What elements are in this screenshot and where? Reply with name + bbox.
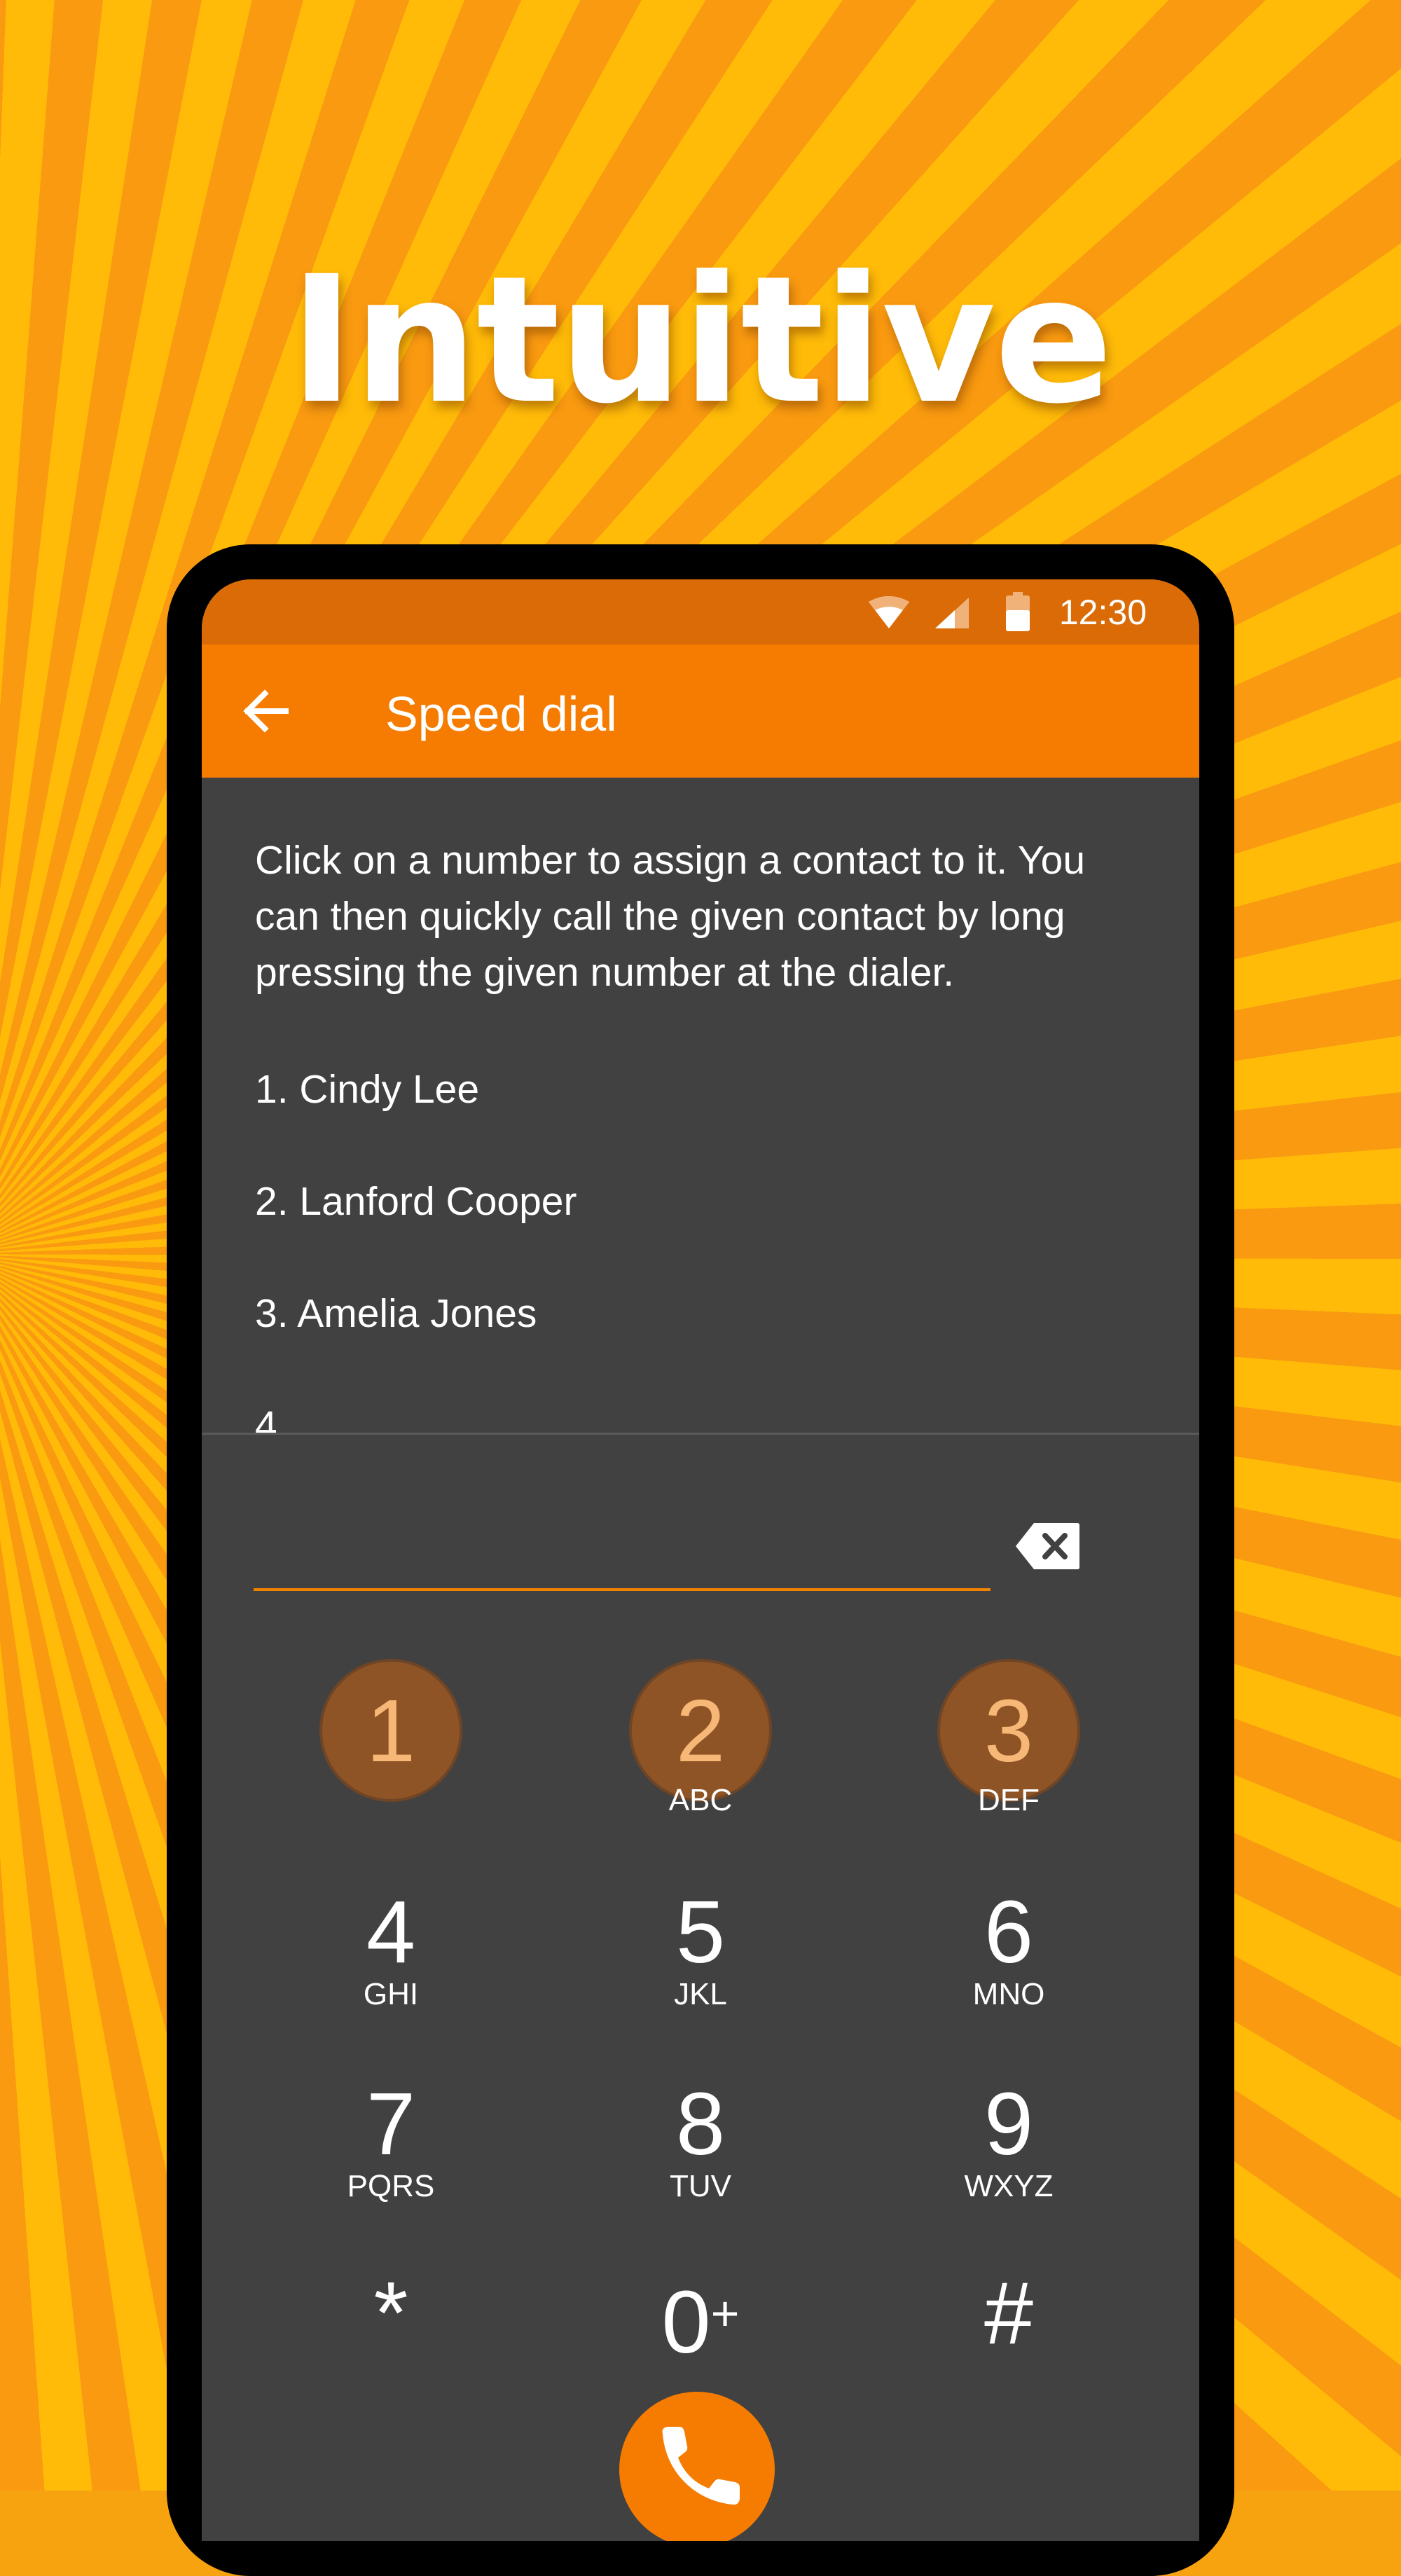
key-digit: * [373, 2264, 408, 2362]
status-time: 12:30 [1058, 593, 1147, 632]
page-title: Speed dial [385, 687, 617, 741]
key-digit-zero: 0 [661, 2273, 711, 2371]
key-letters: DEF [978, 1783, 1040, 1817]
key-digit: 1 [366, 1681, 416, 1780]
dialpad-key-hash[interactable]: # [932, 2269, 1086, 2430]
key-digit: 2 [675, 1681, 726, 1780]
speed-dial-item-1[interactable]: 1. Cindy Lee [255, 1065, 479, 1114]
dialpad-key-3[interactable]: 3 DEF [932, 1662, 1086, 1823]
key-letters: PQRS [347, 2169, 435, 2203]
dialpad-key-1[interactable]: 1 [314, 1662, 468, 1823]
key-digit: 4 [366, 1882, 416, 1981]
key-digit: 8 [675, 2074, 726, 2173]
key-plus: + [710, 2286, 740, 2341]
status-bar: 12:30 [202, 579, 1199, 645]
speed-dial-list[interactable]: Click on a number to assign a contact to… [202, 778, 1199, 1433]
speed-dial-item-4[interactable]: 4 [255, 1401, 277, 1433]
dialpad-key-2[interactable]: 2 ABC [623, 1662, 778, 1823]
dialpad-key-9[interactable]: 9 WXYZ [932, 2080, 1086, 2241]
speed-dial-item-3[interactable]: 3. Amelia Jones [255, 1289, 537, 1338]
key-digit: # [984, 2264, 1034, 2362]
wifi-icon [869, 596, 909, 628]
dialpad-key-5[interactable]: 5 JKL [623, 1888, 778, 2049]
signal-icon [935, 598, 969, 628]
key-digit: 6 [984, 1882, 1034, 1981]
app-toolbar: Speed dial [202, 645, 1199, 778]
arrow-left-icon[interactable] [237, 682, 296, 741]
key-digit: 7 [366, 2074, 416, 2173]
phone-screen: 12:30 Speed dial Click on a number to as… [202, 579, 1199, 2541]
speed-dial-description: Click on a number to assign a contact to… [255, 838, 1086, 995]
battery-icon [1006, 592, 1030, 631]
backspace-icon[interactable] [1014, 1522, 1081, 1571]
dialpad-key-8[interactable]: 8 TUV [623, 2080, 778, 2241]
key-letters: MNO [972, 1977, 1045, 2011]
key-letters: WXYZ [964, 2169, 1054, 2203]
dialpad-key-7[interactable]: 7 PQRS [314, 2080, 468, 2241]
key-digit: 5 [675, 1882, 726, 1981]
key-letters: JKL [674, 1977, 727, 2011]
key-digit: 3 [984, 1681, 1034, 1780]
call-button[interactable] [619, 2392, 775, 2541]
divider [202, 1433, 1199, 1435]
phone-icon [662, 2427, 740, 2505]
dialpad-key-star[interactable]: * [314, 2269, 468, 2430]
key-letters: TUV [670, 2169, 731, 2203]
key-digit: 9 [984, 2074, 1034, 2173]
speed-dial-item-2[interactable]: 2. Lanford Cooper [255, 1177, 577, 1226]
headline: Intuitive [289, 238, 1113, 442]
key-letters: ABC [668, 1783, 733, 1817]
key-digit: 0+ [623, 2269, 778, 2367]
key-letters: GHI [363, 1977, 419, 2011]
dialpad-key-4[interactable]: 4 GHI [314, 1888, 468, 2049]
phone-number-input[interactable] [254, 1483, 991, 1591]
dialpad-key-6[interactable]: 6 MNO [932, 1888, 1086, 2049]
